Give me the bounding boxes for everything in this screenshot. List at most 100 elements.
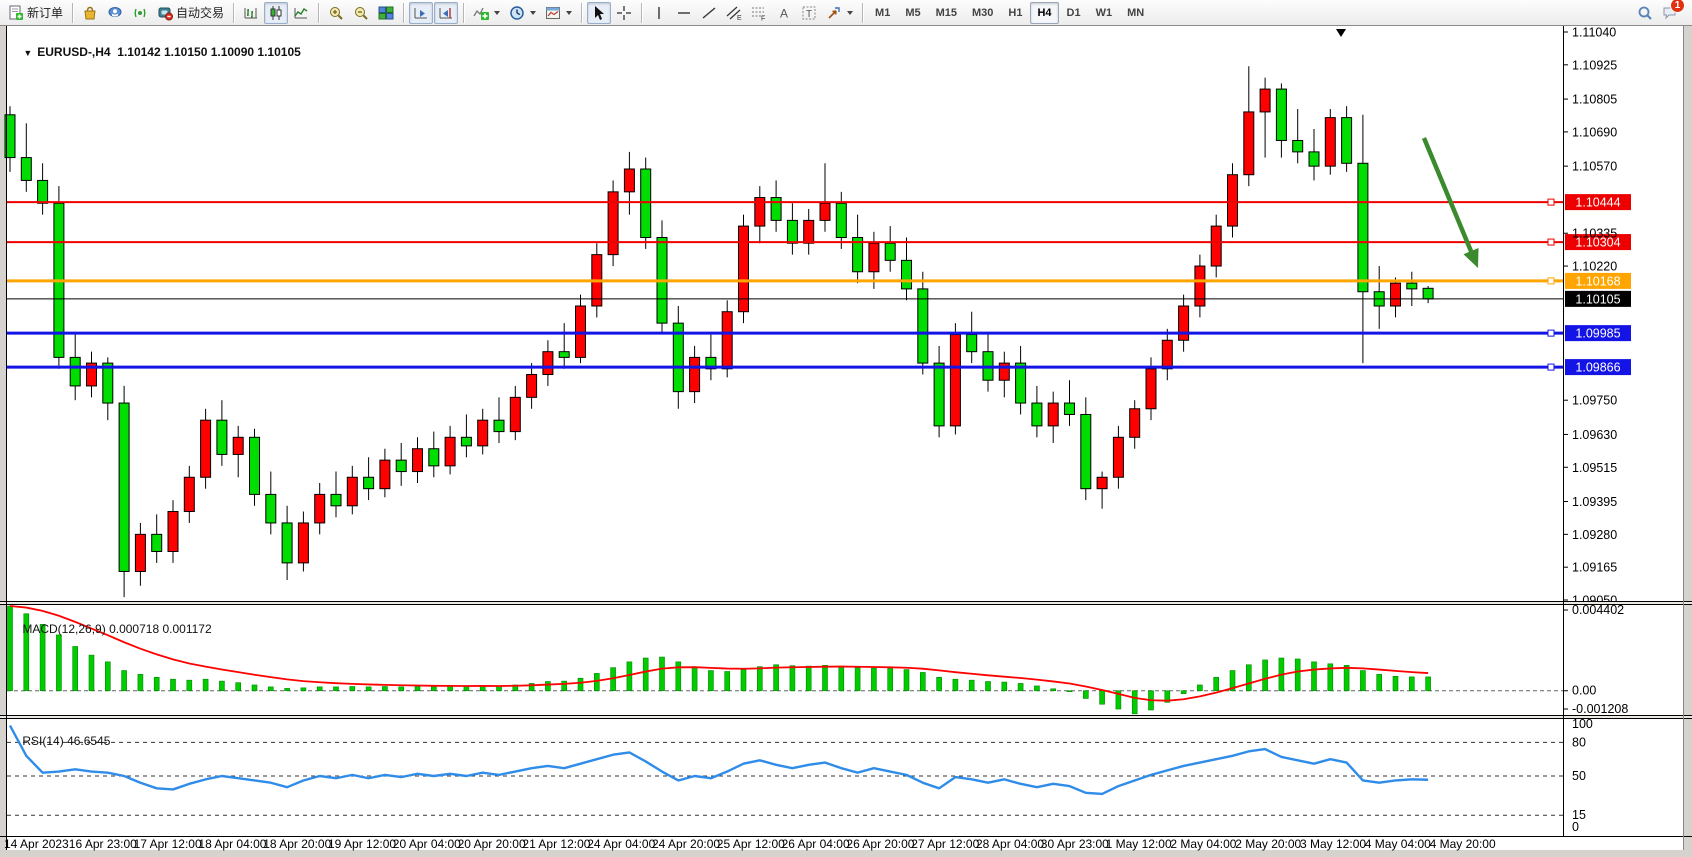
text-button[interactable]: A <box>772 2 796 24</box>
templates-button[interactable] <box>541 2 576 24</box>
new-order-label: 新订单 <box>27 4 63 21</box>
timeframe-M15[interactable]: M15 <box>929 2 964 24</box>
timeframe-MN[interactable]: MN <box>1120 2 1151 24</box>
periods-button[interactable] <box>505 2 540 24</box>
svg-text:1.10220: 1.10220 <box>1572 260 1617 274</box>
signals-button[interactable] <box>128 2 152 24</box>
trendline-icon <box>701 5 717 21</box>
svg-text:24 Apr 04:00: 24 Apr 04:00 <box>587 837 655 851</box>
line-chart-button[interactable] <box>289 2 313 24</box>
signals-icon <box>132 5 148 21</box>
cursor-button[interactable] <box>587 2 611 24</box>
chevron-down-icon <box>494 11 500 15</box>
svg-text:1.09280: 1.09280 <box>1572 528 1617 542</box>
timeframe-W1[interactable]: W1 <box>1089 2 1120 24</box>
svg-text:1.11040: 1.11040 <box>1572 26 1616 40</box>
zoom-out-button[interactable] <box>349 2 373 24</box>
timeframe-M5[interactable]: M5 <box>898 2 927 24</box>
svg-text:20 Apr 20:00: 20 Apr 20:00 <box>458 837 526 851</box>
auto-scroll-button[interactable] <box>409 2 433 24</box>
timeframe-H4[interactable]: H4 <box>1030 2 1058 24</box>
indicators-button[interactable] <box>469 2 504 24</box>
svg-text:1.10570: 1.10570 <box>1572 160 1617 174</box>
market-icon <box>82 5 98 21</box>
vertical-line-button[interactable] <box>647 2 671 24</box>
svg-text:A: A <box>780 6 788 20</box>
bar-chart-button[interactable] <box>239 2 263 24</box>
svg-text:1.10105: 1.10105 <box>1575 292 1620 306</box>
svg-text:0: 0 <box>1572 820 1579 834</box>
channel-button[interactable]: E <box>722 2 746 24</box>
search-button[interactable] <box>1633 2 1657 24</box>
time-axis[interactable]: 14 Apr 202316 Apr 23:0017 Apr 12:0018 Ap… <box>0 837 1692 852</box>
chevron-down-icon <box>847 11 853 15</box>
community-button[interactable] <box>103 2 127 24</box>
svg-text:20 Apr 04:00: 20 Apr 04:00 <box>393 837 461 851</box>
svg-text:1.09630: 1.09630 <box>1572 428 1617 442</box>
tile-windows-icon <box>378 5 394 21</box>
tile-windows-button[interactable] <box>374 2 398 24</box>
clock-icon <box>509 5 525 21</box>
svg-text:21 Apr 12:00: 21 Apr 12:00 <box>522 837 590 851</box>
svg-text:1.09395: 1.09395 <box>1572 495 1617 509</box>
separator <box>581 3 582 23</box>
horizontal-line-button[interactable] <box>672 2 696 24</box>
svg-text:19 Apr 12:00: 19 Apr 12:00 <box>328 837 396 851</box>
separator <box>463 3 464 23</box>
channel-icon: E <box>726 5 742 21</box>
svg-text:3 May 12:00: 3 May 12:00 <box>1300 837 1366 851</box>
svg-text:4 May 04:00: 4 May 04:00 <box>1365 837 1431 851</box>
candlestick-chart-icon <box>268 5 284 21</box>
svg-text:24 Apr 20:00: 24 Apr 20:00 <box>652 837 720 851</box>
market-button[interactable] <box>78 2 102 24</box>
crosshair-button[interactable] <box>612 2 636 24</box>
zoom-in-button[interactable] <box>324 2 348 24</box>
timeframe-D1[interactable]: D1 <box>1060 2 1088 24</box>
svg-text:2 May 04:00: 2 May 04:00 <box>1170 837 1236 851</box>
macd-main-value: 0.000718 <box>109 622 159 636</box>
svg-text:26 Apr 20:00: 26 Apr 20:00 <box>846 837 914 851</box>
right-scroll-strip[interactable] <box>1684 26 1692 857</box>
zoom-out-icon <box>353 5 369 21</box>
svg-text:1.09866: 1.09866 <box>1575 361 1620 375</box>
auto-trading-icon <box>157 5 173 21</box>
timeframe-M30[interactable]: M30 <box>965 2 1000 24</box>
separator <box>403 3 404 23</box>
svg-text:-0.001208: -0.001208 <box>1572 702 1628 716</box>
trendline-button[interactable] <box>697 2 721 24</box>
timeframe-M1[interactable]: M1 <box>868 2 897 24</box>
svg-text:17 Apr 12:00: 17 Apr 12:00 <box>134 837 202 851</box>
bar-chart-icon <box>243 5 259 21</box>
auto-trading-button[interactable]: 自动交易 <box>153 2 228 24</box>
svg-text:16 Apr 23:00: 16 Apr 23:00 <box>69 837 137 851</box>
svg-text:28 Apr 04:00: 28 Apr 04:00 <box>976 837 1044 851</box>
svg-text:1 May 12:00: 1 May 12:00 <box>1106 837 1172 851</box>
community-icon <box>107 5 123 21</box>
macd-signal-value: 0.001172 <box>162 622 211 636</box>
svg-text:0.004402: 0.004402 <box>1572 603 1624 617</box>
separator <box>318 3 319 23</box>
collapse-icon[interactable]: ▼ <box>23 48 32 58</box>
text-label-button[interactable]: T <box>797 2 821 24</box>
timeframe-H1[interactable]: H1 <box>1001 2 1029 24</box>
ohlc-values: 1.10142 1.10150 1.10090 1.10105 <box>117 45 301 59</box>
svg-text:1.10805: 1.10805 <box>1572 93 1617 107</box>
svg-text:1.09985: 1.09985 <box>1575 327 1620 341</box>
chart-canvas[interactable]: 1.104441.103041.101681.101051.099851.098… <box>0 26 1692 857</box>
svg-text:1.10168: 1.10168 <box>1575 274 1620 288</box>
svg-text:1.09515: 1.09515 <box>1572 461 1617 475</box>
svg-text:2 May 20:00: 2 May 20:00 <box>1235 837 1301 851</box>
candlestick-chart-button[interactable] <box>264 2 288 24</box>
new-order-icon <box>8 5 24 21</box>
svg-text:100: 100 <box>1572 717 1593 731</box>
chart-shift-button[interactable] <box>434 2 458 24</box>
chevron-down-icon <box>530 11 536 15</box>
arrows-button[interactable] <box>822 2 857 24</box>
notifications-button[interactable]: 1 <box>1658 2 1682 24</box>
separator <box>72 3 73 23</box>
fibonacci-button[interactable]: F <box>747 2 771 24</box>
svg-text:T: T <box>806 9 812 20</box>
toolbar: 新订单 <box>0 0 1692 26</box>
svg-text:0.00: 0.00 <box>1572 684 1596 698</box>
new-order-button[interactable]: 新订单 <box>4 2 67 24</box>
